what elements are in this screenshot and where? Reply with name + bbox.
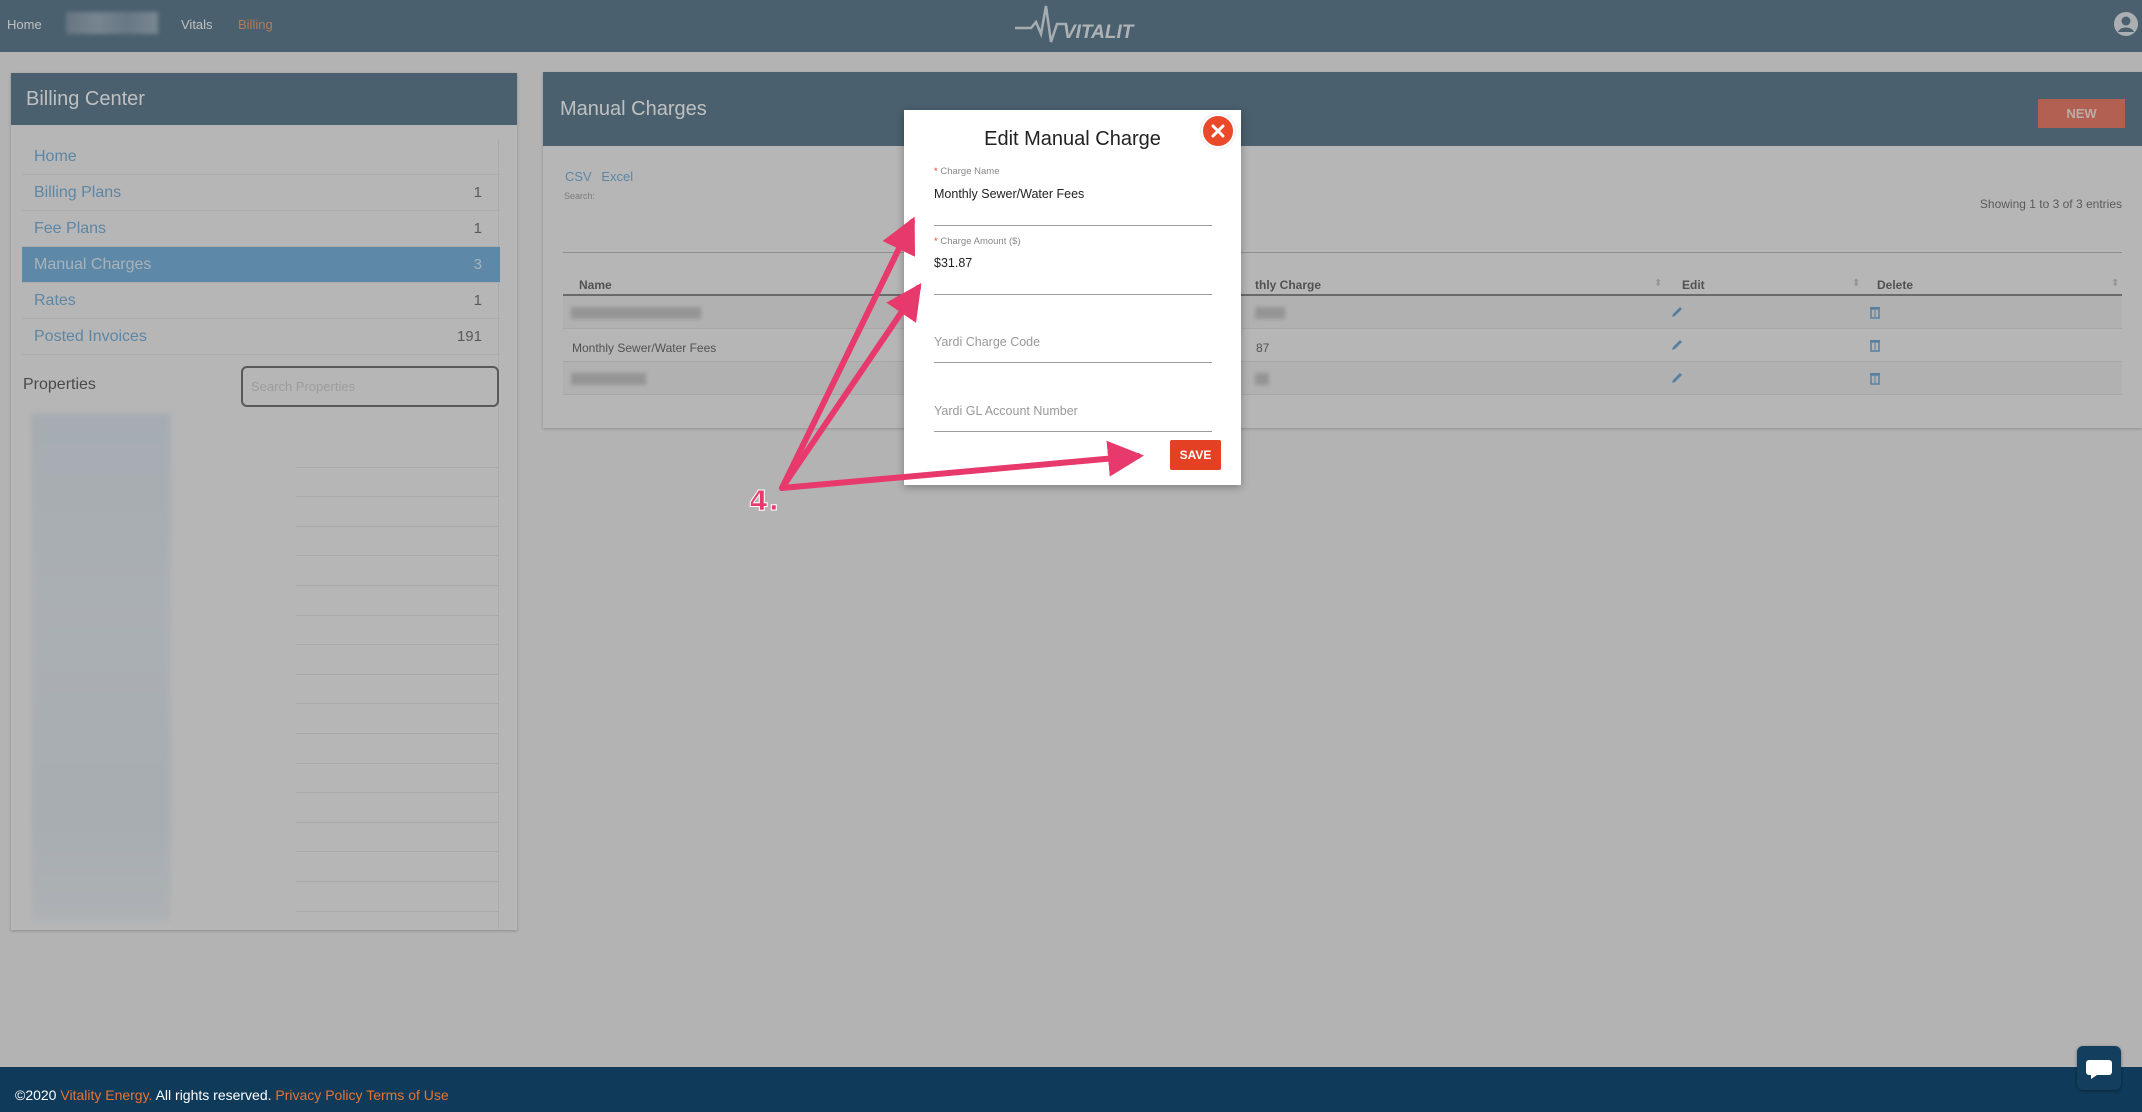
footer-text: ©2020 Vitality Energy. All rights reserv… xyxy=(15,1087,449,1103)
charge-amount-value: $31.87 xyxy=(934,256,973,270)
yardi-charge-code-field[interactable]: Yardi Charge Code xyxy=(934,320,1212,363)
footer-company-link[interactable]: Vitality Energy. xyxy=(60,1087,152,1103)
charge-name-field[interactable]: * Charge Name Monthly Sewer/Water Fees xyxy=(934,166,1212,226)
modal-title: Edit Manual Charge xyxy=(984,128,1161,150)
chat-icon xyxy=(2086,1060,2112,1079)
charge-amount-label: * Charge Amount ($) xyxy=(934,236,1021,247)
yardi-charge-code-placeholder: Yardi Charge Code xyxy=(934,335,1041,349)
step-label: 4. xyxy=(748,484,780,518)
footer-terms-link[interactable]: Terms of Use xyxy=(366,1087,448,1103)
close-button[interactable] xyxy=(1201,114,1235,148)
close-icon xyxy=(1211,124,1225,138)
footer-copyright: ©2020 xyxy=(15,1087,57,1103)
charge-amount-label-text: Charge Amount ($) xyxy=(940,236,1021,247)
edit-manual-charge-modal: Edit Manual Charge * Charge Name Monthly… xyxy=(904,110,1241,485)
charge-name-label-text: Charge Name xyxy=(940,166,1000,177)
yardi-gl-account-field[interactable]: Yardi GL Account Number xyxy=(934,389,1212,432)
footer-privacy-link[interactable]: Privacy Policy xyxy=(275,1087,362,1103)
footer-rights: All rights reserved. xyxy=(155,1087,272,1103)
footer: ©2020 Vitality Energy. All rights reserv… xyxy=(0,1067,2142,1112)
yardi-gl-account-placeholder: Yardi GL Account Number xyxy=(934,404,1078,418)
chat-button[interactable] xyxy=(2077,1046,2121,1090)
save-button[interactable]: SAVE xyxy=(1170,440,1221,470)
charge-name-label: * Charge Name xyxy=(934,166,1000,177)
charge-name-value: Monthly Sewer/Water Fees xyxy=(934,187,1085,201)
charge-amount-field[interactable]: * Charge Amount ($) $31.87 xyxy=(934,236,1212,295)
